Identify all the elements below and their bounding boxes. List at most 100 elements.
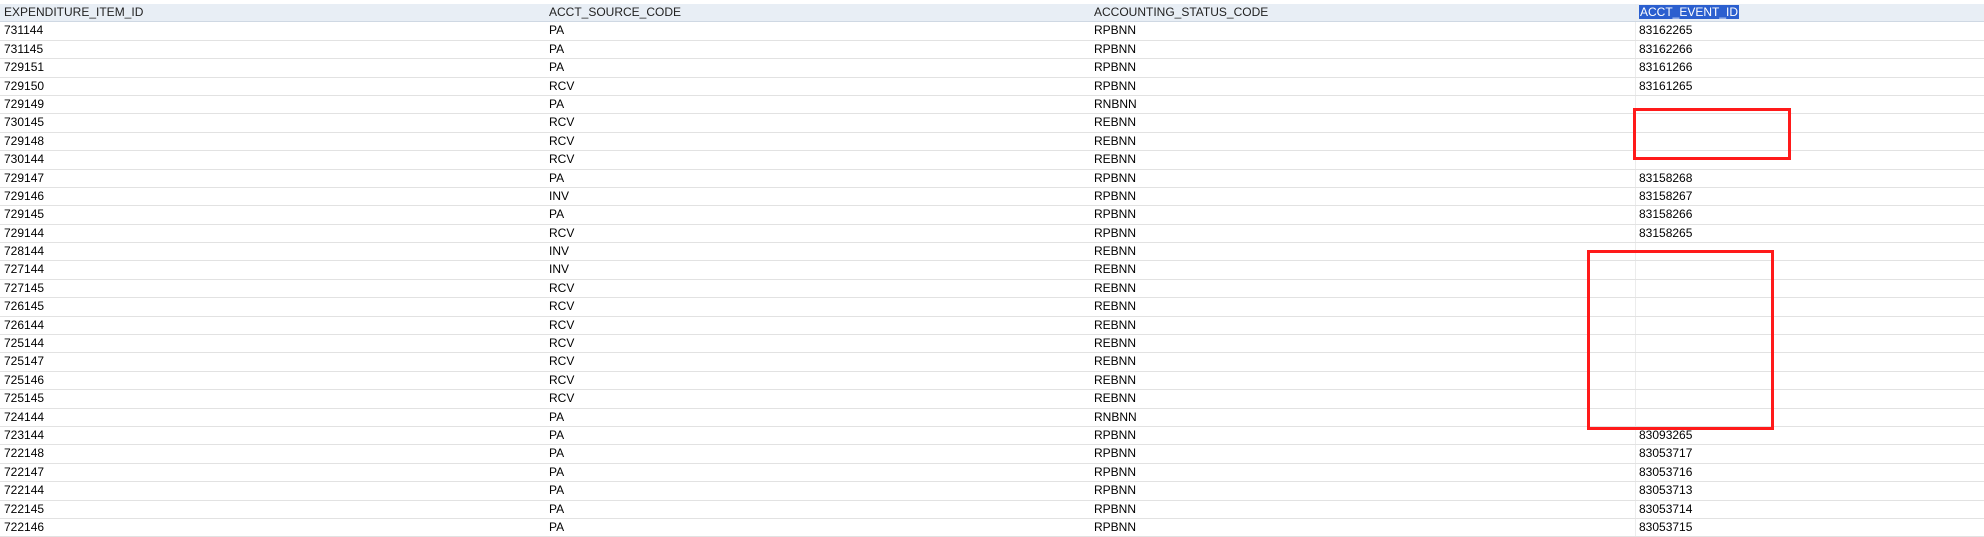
cell-accounting-status-code[interactable]: REBNN — [1090, 243, 1635, 260]
cell-expenditure-item-id[interactable]: 722144 — [0, 482, 545, 499]
cell-accounting-status-code[interactable]: RPBNN — [1090, 445, 1635, 462]
cell-expenditure-item-id[interactable]: 731145 — [0, 41, 545, 58]
cell-acct-source-code[interactable]: RCV — [545, 390, 1090, 407]
table-row[interactable]: 729145 PA RPBNN 83158266 — [0, 206, 1984, 225]
cell-expenditure-item-id[interactable]: 731144 — [0, 22, 545, 39]
cell-expenditure-item-id[interactable]: 729147 — [0, 170, 545, 187]
cell-acct-event-id[interactable]: 83053713 — [1635, 482, 1984, 500]
cell-expenditure-item-id[interactable]: 723144 — [0, 427, 545, 444]
cell-expenditure-item-id[interactable]: 727145 — [0, 280, 545, 297]
cell-expenditure-item-id[interactable]: 722147 — [0, 464, 545, 481]
cell-accounting-status-code[interactable]: REBNN — [1090, 372, 1635, 389]
cell-acct-event-id[interactable]: 83158268 — [1635, 169, 1984, 187]
cell-accounting-status-code[interactable]: RPBNN — [1090, 170, 1635, 187]
table-row[interactable]: 731145 PA RPBNN 83162266 — [0, 40, 1984, 60]
cell-acct-source-code[interactable]: RCV — [545, 114, 1090, 131]
cell-acct-event-id[interactable]: 83053717 — [1635, 445, 1984, 463]
cell-acct-source-code[interactable]: PA — [545, 409, 1090, 426]
cell-expenditure-item-id[interactable]: 729144 — [0, 225, 545, 242]
cell-expenditure-item-id[interactable]: 725144 — [0, 335, 545, 352]
cell-accounting-status-code[interactable]: RPBNN — [1090, 464, 1635, 481]
cell-expenditure-item-id[interactable]: 728144 — [0, 243, 545, 260]
cell-acct-event-id[interactable]: 83053714 — [1635, 500, 1984, 518]
cell-acct-source-code[interactable]: INV — [545, 188, 1090, 205]
cell-acct-source-code[interactable]: PA — [545, 22, 1090, 39]
table-row[interactable]: 729151 PA RPBNN 83161266 — [0, 59, 1984, 78]
cell-acct-source-code[interactable]: PA — [545, 482, 1090, 499]
cell-accounting-status-code[interactable]: REBNN — [1090, 151, 1635, 168]
table-row[interactable]: 722146 PA RPBNN 83053715 — [0, 518, 1984, 537]
cell-acct-source-code[interactable]: INV — [545, 261, 1090, 278]
cell-expenditure-item-id[interactable]: 726144 — [0, 317, 545, 334]
table-row[interactable]: 729150 RCV RPBNN 83161265 — [0, 77, 1984, 96]
cell-acct-source-code[interactable]: RCV — [545, 317, 1090, 334]
cell-acct-source-code[interactable]: PA — [545, 206, 1090, 223]
cell-acct-event-id[interactable]: 83053716 — [1635, 463, 1984, 482]
cell-expenditure-item-id[interactable]: 722145 — [0, 501, 545, 518]
cell-acct-source-code[interactable]: RCV — [545, 151, 1090, 168]
cell-accounting-status-code[interactable]: RPBNN — [1090, 41, 1635, 58]
cell-accounting-status-code[interactable]: REBNN — [1090, 335, 1635, 352]
cell-accounting-status-code[interactable]: REBNN — [1090, 261, 1635, 278]
column-header-acct-event-id[interactable]: ACCT_EVENT_ID — [1635, 4, 1984, 22]
table-row[interactable]: 722148 PA RPBNN 83053717 — [0, 445, 1984, 464]
cell-expenditure-item-id[interactable]: 725147 — [0, 353, 545, 370]
cell-accounting-status-code[interactable]: RPBNN — [1090, 78, 1635, 95]
table-row[interactable]: 729144 RCV RPBNN 83158265 — [0, 224, 1984, 244]
cell-expenditure-item-id[interactable]: 722146 — [0, 519, 545, 536]
cell-acct-source-code[interactable]: RCV — [545, 78, 1090, 95]
table-row[interactable]: 729146 INV RPBNN 83158267 — [0, 187, 1984, 207]
cell-accounting-status-code[interactable]: RPBNN — [1090, 519, 1635, 536]
cell-acct-source-code[interactable]: RCV — [545, 225, 1090, 242]
cell-accounting-status-code[interactable]: REBNN — [1090, 353, 1635, 370]
cell-expenditure-item-id[interactable]: 729151 — [0, 59, 545, 76]
cell-accounting-status-code[interactable]: RPBNN — [1090, 59, 1635, 76]
cell-acct-event-id[interactable]: 83161265 — [1635, 77, 1984, 95]
table-row[interactable]: 722144 PA RPBNN 83053713 — [0, 482, 1984, 501]
column-header-expenditure-item-id[interactable]: EXPENDITURE_ITEM_ID — [0, 4, 545, 21]
cell-acct-source-code[interactable]: RCV — [545, 372, 1090, 389]
cell-accounting-status-code[interactable]: RPBNN — [1090, 22, 1635, 39]
cell-acct-event-id[interactable]: 83158266 — [1635, 206, 1984, 224]
cell-acct-event-id[interactable]: 83158265 — [1635, 224, 1984, 243]
cell-acct-source-code[interactable]: PA — [545, 519, 1090, 536]
cell-acct-event-id[interactable]: 83162265 — [1635, 22, 1984, 40]
cell-accounting-status-code[interactable]: RPBNN — [1090, 188, 1635, 205]
cell-expenditure-item-id[interactable]: 725146 — [0, 372, 545, 389]
cell-expenditure-item-id[interactable]: 724144 — [0, 409, 545, 426]
cell-expenditure-item-id[interactable]: 726145 — [0, 298, 545, 315]
cell-acct-source-code[interactable]: RCV — [545, 298, 1090, 315]
cell-accounting-status-code[interactable]: RNBNN — [1090, 96, 1635, 113]
cell-expenditure-item-id[interactable]: 730145 — [0, 114, 545, 131]
cell-accounting-status-code[interactable]: REBNN — [1090, 280, 1635, 297]
cell-accounting-status-code[interactable]: RNBNN — [1090, 409, 1635, 426]
cell-expenditure-item-id[interactable]: 729146 — [0, 188, 545, 205]
table-row[interactable]: 722147 PA RPBNN 83053716 — [0, 463, 1984, 483]
cell-accounting-status-code[interactable]: RPBNN — [1090, 482, 1635, 499]
cell-acct-source-code[interactable]: PA — [545, 170, 1090, 187]
cell-acct-source-code[interactable]: RCV — [545, 335, 1090, 352]
cell-acct-source-code[interactable]: PA — [545, 445, 1090, 462]
cell-accounting-status-code[interactable]: REBNN — [1090, 114, 1635, 131]
table-row[interactable]: 729147 PA RPBNN 83158268 — [0, 169, 1984, 188]
cell-expenditure-item-id[interactable]: 729145 — [0, 206, 545, 223]
column-header-accounting-status-code[interactable]: ACCOUNTING_STATUS_CODE — [1090, 4, 1635, 21]
cell-expenditure-item-id[interactable]: 729149 — [0, 96, 545, 113]
cell-accounting-status-code[interactable]: REBNN — [1090, 317, 1635, 334]
cell-accounting-status-code[interactable]: RPBNN — [1090, 206, 1635, 223]
cell-acct-source-code[interactable]: PA — [545, 501, 1090, 518]
cell-expenditure-item-id[interactable]: 729148 — [0, 133, 545, 150]
cell-accounting-status-code[interactable]: REBNN — [1090, 390, 1635, 407]
cell-acct-source-code[interactable]: PA — [545, 464, 1090, 481]
cell-accounting-status-code[interactable]: REBNN — [1090, 133, 1635, 150]
cell-expenditure-item-id[interactable]: 722148 — [0, 445, 545, 462]
cell-acct-event-id[interactable]: 83162266 — [1635, 40, 1984, 59]
cell-expenditure-item-id[interactable]: 729150 — [0, 78, 545, 95]
cell-acct-source-code[interactable]: PA — [545, 96, 1090, 113]
cell-acct-source-code[interactable]: RCV — [545, 133, 1090, 150]
cell-expenditure-item-id[interactable]: 725145 — [0, 390, 545, 407]
cell-acct-event-id[interactable]: 83053715 — [1635, 518, 1984, 537]
cell-acct-source-code[interactable]: RCV — [545, 280, 1090, 297]
cell-acct-source-code[interactable]: PA — [545, 41, 1090, 58]
cell-accounting-status-code[interactable]: RPBNN — [1090, 501, 1635, 518]
